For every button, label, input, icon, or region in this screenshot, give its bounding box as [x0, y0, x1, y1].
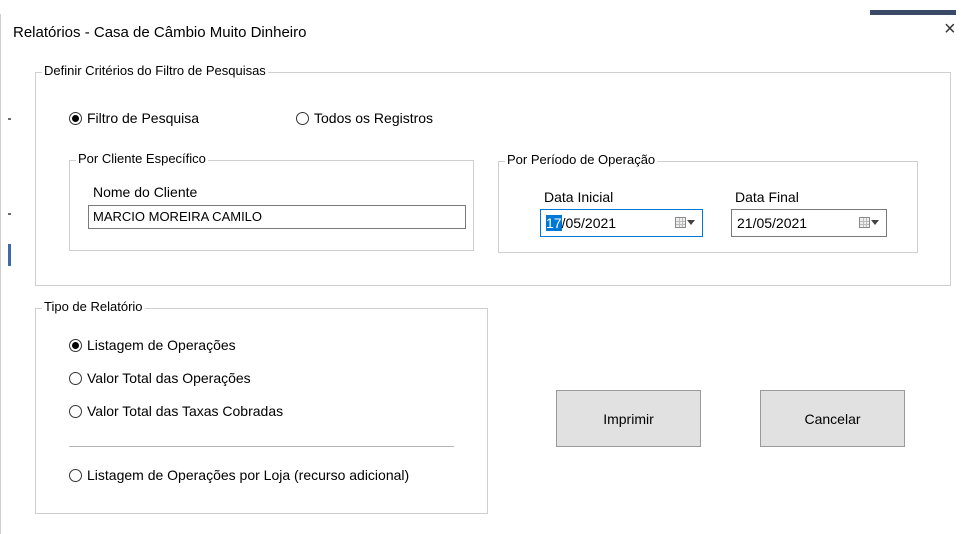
report-type-legend: Tipo de Relatório: [42, 299, 145, 314]
report-total-fees-radio[interactable]: Valor Total das Taxas Cobradas: [69, 403, 283, 419]
end-date-text: 21/05/2021: [737, 215, 808, 231]
period-group: Por Período de Operação: [498, 152, 918, 253]
report-by-store-radio[interactable]: Listagem de Operações por Loja (recurso …: [69, 467, 409, 483]
radio-empty-icon: [69, 371, 82, 385]
report-total-ops-radio[interactable]: Valor Total das Operações: [69, 370, 251, 386]
client-legend: Por Cliente Específico: [76, 151, 208, 166]
radio-empty-icon: [296, 111, 309, 125]
filter-search-label: Filtro de Pesquisa: [87, 110, 200, 126]
edge-mark: [8, 213, 11, 215]
start-date-label: Data Inicial: [544, 189, 614, 205]
end-date-label: Data Final: [735, 189, 799, 205]
close-icon[interactable]: ×: [944, 18, 956, 41]
filter-search-radio[interactable]: Filtro de Pesquisa: [69, 110, 199, 126]
window-title: Relatórios - Casa de Câmbio Muito Dinhei…: [13, 24, 307, 41]
end-date-picker[interactable]: 21/05/2021: [731, 209, 887, 237]
start-date-picker[interactable]: 17/05/2021: [540, 209, 703, 237]
background-window-strip: [870, 10, 956, 15]
print-button[interactable]: Imprimir: [556, 390, 701, 447]
report-by-store-label: Listagem de Operações por Loja (recurso …: [87, 467, 410, 483]
calendar-dropdown-icon[interactable]: [859, 217, 879, 228]
cancel-button[interactable]: Cancelar: [760, 390, 905, 447]
all-records-label: Todos os Registros: [314, 110, 434, 126]
report-total-ops-label: Valor Total das Operações: [87, 370, 251, 386]
report-options-divider: [69, 446, 454, 447]
window-left-edge: [0, 14, 8, 534]
client-name-input[interactable]: MARCIO MOREIRA CAMILO: [88, 205, 466, 229]
report-listing-label: Listagem de Operações: [87, 337, 236, 353]
start-date-selected-text: 17: [546, 215, 562, 231]
report-listing-radio[interactable]: Listagem de Operações: [69, 337, 236, 353]
client-name-label: Nome do Cliente: [93, 184, 198, 200]
radio-empty-icon: [69, 404, 82, 418]
calendar-dropdown-icon[interactable]: [675, 217, 695, 228]
radio-selected-icon: [69, 111, 82, 125]
radio-empty-icon: [69, 468, 82, 482]
period-legend: Por Período de Operação: [505, 152, 658, 167]
criteria-legend: Definir Critérios do Filtro de Pesquisas: [42, 63, 268, 78]
all-records-radio[interactable]: Todos os Registros: [296, 110, 433, 126]
start-date-text: /05/2021: [561, 215, 617, 231]
edge-mark: [8, 244, 11, 266]
edge-mark: [8, 118, 11, 120]
radio-selected-icon: [69, 338, 82, 352]
report-total-fees-label: Valor Total das Taxas Cobradas: [87, 403, 284, 419]
